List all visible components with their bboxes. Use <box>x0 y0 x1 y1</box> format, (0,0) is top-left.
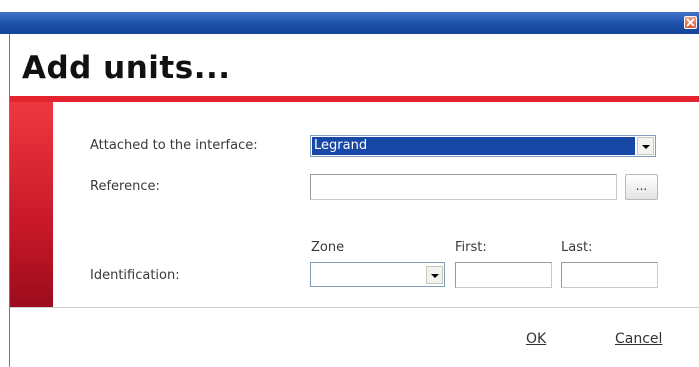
zone-label: Zone <box>311 240 345 255</box>
first-input[interactable] <box>455 262 552 288</box>
close-glyph <box>686 18 695 27</box>
cancel-button[interactable]: Cancel <box>615 331 662 347</box>
reference-label: Reference: <box>90 179 160 194</box>
dialog-header: Add units... <box>10 34 699 96</box>
first-label: First: <box>455 240 487 255</box>
ok-button[interactable]: OK <box>526 331 546 347</box>
zone-select-value <box>312 264 424 285</box>
interface-select[interactable]: Legrand <box>310 135 656 157</box>
interface-select-value: Legrand <box>312 137 635 155</box>
chevron-down-icon[interactable] <box>426 266 443 284</box>
last-label: Last: <box>561 240 593 255</box>
side-accent-stripe <box>10 102 53 307</box>
identification-label: Identification: <box>90 268 180 283</box>
chevron-down-icon[interactable] <box>637 137 654 155</box>
interface-label: Attached to the interface: <box>90 138 258 153</box>
footer-divider <box>10 307 699 308</box>
last-input[interactable] <box>561 262 658 288</box>
page-title: Add units... <box>22 50 231 86</box>
accent-divider <box>10 96 699 102</box>
zone-select[interactable] <box>310 262 445 287</box>
close-icon[interactable] <box>684 16 697 29</box>
browse-button[interactable]: ... <box>625 174 658 200</box>
window-title-bar[interactable] <box>0 12 699 34</box>
reference-input[interactable] <box>310 174 617 200</box>
